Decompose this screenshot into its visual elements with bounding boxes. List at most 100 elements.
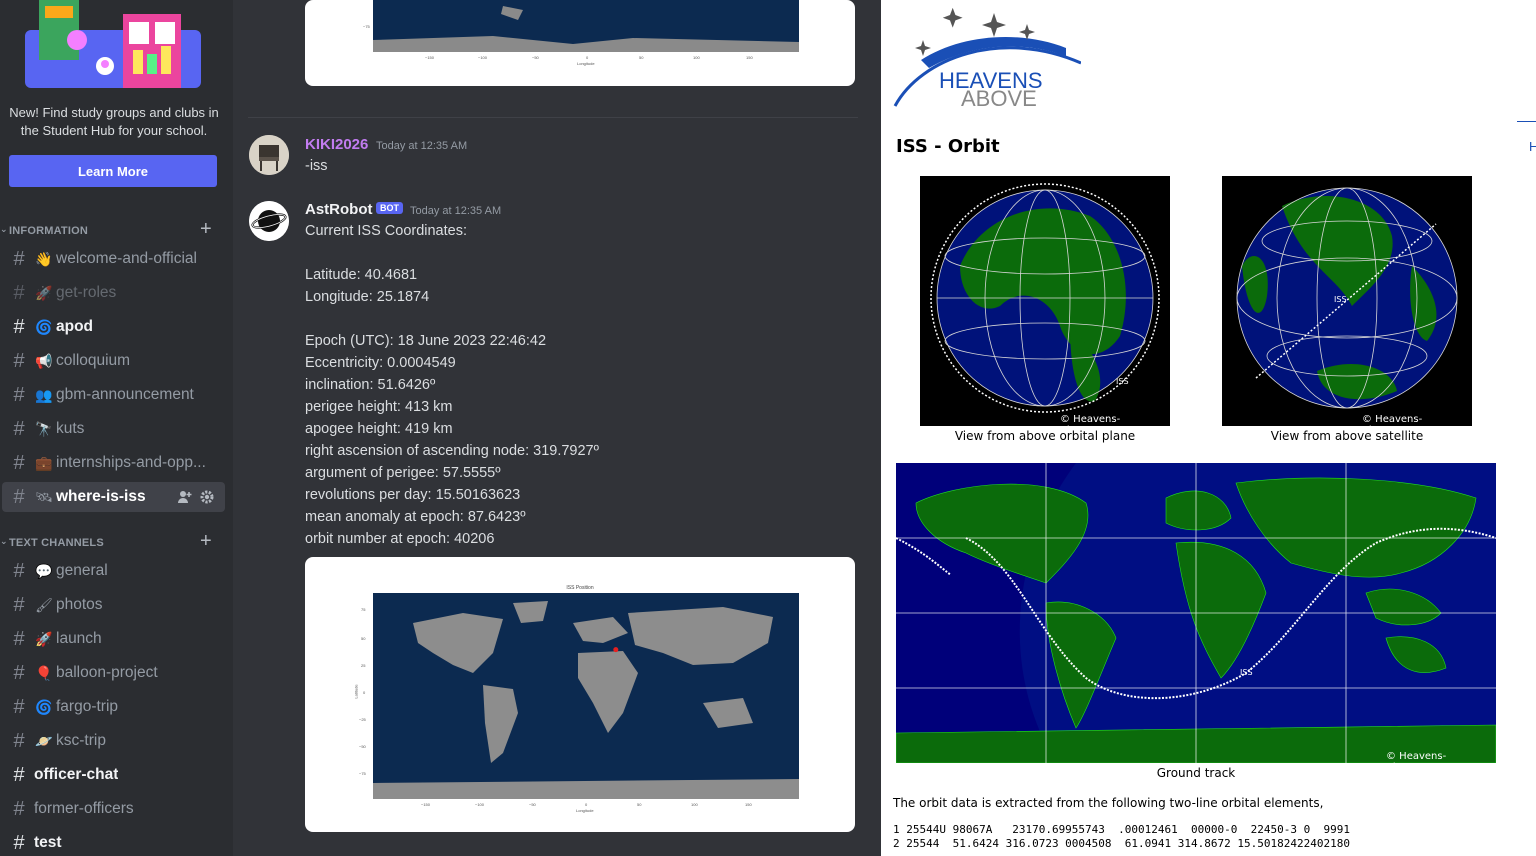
hashtag-icon: #	[13, 729, 25, 752]
galaxy-icon: 🌀	[35, 318, 53, 335]
orbital-plane-view-image[interactable]: ISS © Heavens-Above.com	[920, 176, 1170, 436]
channel-name: kuts	[56, 420, 85, 437]
briefcase-icon: 💼	[35, 454, 53, 471]
message-line: perigee height: 413 km	[305, 399, 453, 415]
satellite-icon: 🛰	[35, 488, 53, 505]
channel-name: colloquium	[56, 352, 131, 369]
message-author[interactable]: AstRobot	[305, 201, 373, 218]
bot-avatar[interactable]	[249, 201, 289, 241]
hashtag-icon: #	[13, 417, 25, 440]
student-hub-promo: New! Find study groups and clubs in the …	[9, 105, 219, 138]
x-tick-label: 0	[585, 802, 588, 807]
people-icon: 👥	[35, 386, 53, 403]
student-hub-illustration	[25, 0, 201, 88]
channel-name: apod	[56, 318, 94, 335]
channel-photos[interactable]: # 🖌 photos	[2, 590, 225, 620]
channel-ksc-trip[interactable]: # 🪐 ksc-trip	[2, 726, 225, 756]
hashtag-icon: #	[13, 559, 25, 582]
message-line: inclination: 51.6426º	[305, 377, 436, 393]
previous-map-image[interactable]: −75 −150 −100 −50 0 50 100 150 Longitude	[305, 0, 855, 86]
x-tick-label: 50	[637, 802, 642, 807]
channel-test[interactable]: # test	[2, 828, 225, 856]
rocket-icon: 🚀	[35, 630, 53, 647]
avatar[interactable]	[249, 135, 289, 175]
message-author[interactable]: KIKI2026	[305, 136, 368, 153]
globe-above-satellite: ISS	[1236, 187, 1458, 409]
message-list: −75 −150 −100 −50 0 50 100 150 Longitude…	[233, 0, 881, 856]
globe1-caption: View from above orbital plane	[954, 429, 1136, 443]
channel-apod[interactable]: # 🌀 apod	[2, 312, 225, 342]
x-tick-label: −150	[421, 802, 431, 807]
x-tick-label: 100	[693, 55, 700, 60]
hashtag-icon: #	[13, 695, 25, 718]
channel-launch[interactable]: # 🚀 launch	[2, 624, 225, 654]
x-tick-label: 150	[746, 55, 753, 60]
hashtag-icon: #	[13, 661, 25, 684]
logo-word-above: ABOVE	[961, 86, 1037, 110]
channel-get-roles[interactable]: # 🚀 get-roles	[2, 278, 225, 308]
satellite-view-image[interactable]: ISS © Heavens-Above.com	[1222, 176, 1472, 436]
x-axis-label: Longitude	[577, 61, 595, 66]
channel-former-officers[interactable]: # former-officers	[2, 794, 225, 824]
iss-label: ISS	[1116, 377, 1129, 386]
y-tick-label: −75	[363, 24, 370, 29]
x-tick-label: −50	[529, 802, 536, 807]
y-axis-label: Latitude	[353, 684, 359, 699]
category-information[interactable]: ⌄ INFORMATION +	[0, 218, 233, 241]
hashtag-icon: #	[13, 315, 25, 338]
hashtag-icon: #	[13, 593, 25, 616]
channel-where-is-iss[interactable]: # 🛰 where-is-iss	[2, 482, 225, 512]
message-line: Latitude: 40.4681	[305, 267, 418, 283]
invite-member-icon[interactable]	[177, 489, 193, 505]
ground-track-image[interactable]: ISS © Heavens-Above.com	[896, 463, 1496, 763]
hashtag-icon: #	[13, 485, 25, 508]
message-line: revolutions per day: 15.50163623	[305, 487, 521, 503]
hashtag-icon: #	[13, 247, 25, 270]
telescope-icon: 🔭	[35, 420, 53, 437]
x-tick-label: −50	[532, 55, 539, 60]
y-tick-label: 75	[361, 607, 366, 612]
message-line: Eccentricity: 0.0004549	[305, 355, 456, 371]
message-timestamp: Today at 12:35 AM	[376, 140, 468, 152]
channel-fargo-trip[interactable]: # 🌀 fargo-trip	[2, 692, 225, 722]
learn-more-button[interactable]: Learn More	[9, 155, 217, 187]
x-axis-label: Longitude	[576, 808, 594, 813]
globe2-caption: View from above satellite	[1270, 429, 1424, 443]
channel-kuts[interactable]: # 🔭 kuts	[2, 414, 225, 444]
galaxy-icon: 🌀	[35, 698, 53, 715]
planet-logo-icon	[249, 201, 289, 241]
channel-name: internships-and-opp...	[56, 454, 206, 471]
channel-general[interactable]: # 💬 general	[2, 556, 225, 586]
category-label: INFORMATION	[9, 225, 88, 237]
rocket-icon: 🚀	[35, 284, 53, 301]
map-landmass	[373, 6, 799, 52]
channel-welcome-and-official[interactable]: # 👋 welcome-and-official	[2, 244, 225, 274]
x-tick-label: 100	[691, 802, 698, 807]
channel-officer-chat[interactable]: # officer-chat	[2, 760, 225, 790]
hashtag-icon: #	[13, 349, 25, 372]
create-channel-icon[interactable]: +	[200, 218, 212, 241]
channel-gbm-announcement[interactable]: # 👥 gbm-announcement	[2, 380, 225, 410]
truncated-link[interactable]: H	[1529, 139, 1536, 154]
gear-icon[interactable]	[199, 489, 215, 505]
heavens-above-logo[interactable]: HEAVENS ABOVE	[891, 8, 1081, 110]
map-plot	[373, 593, 799, 799]
channel-name: balloon-project	[56, 664, 158, 681]
message-line: orbit number at epoch: 40206	[305, 531, 495, 547]
y-tick-label: 25	[361, 663, 366, 668]
category-text-channels[interactable]: ⌄ TEXT CHANNELS +	[0, 530, 233, 553]
y-tick-label: −50	[359, 744, 366, 749]
channel-internships-and-opportunities[interactable]: # 💼 internships-and-opp...	[2, 448, 225, 478]
x-tick-label: −100	[478, 55, 488, 60]
iss-position-map-image[interactable]: ISS Position 75 50 25 0 −25 −50 −75 Lati…	[305, 557, 855, 832]
hashtag-icon: #	[13, 451, 25, 474]
channel-name: ksc-trip	[56, 732, 106, 749]
hashtag-icon: #	[13, 383, 25, 406]
channel-colloquium[interactable]: # 📢 colloquium	[2, 346, 225, 376]
channel-balloon-project[interactable]: # 🎈 balloon-project	[2, 658, 225, 688]
locked-hashtag-icon: #	[13, 797, 25, 820]
message-line: mean anomaly at epoch: 87.6423º	[305, 509, 526, 525]
channel-sidebar: New! Find study groups and clubs in the …	[0, 0, 233, 856]
create-channel-icon[interactable]: +	[200, 530, 212, 553]
message-line: argument of perigee: 57.5555º	[305, 465, 501, 481]
